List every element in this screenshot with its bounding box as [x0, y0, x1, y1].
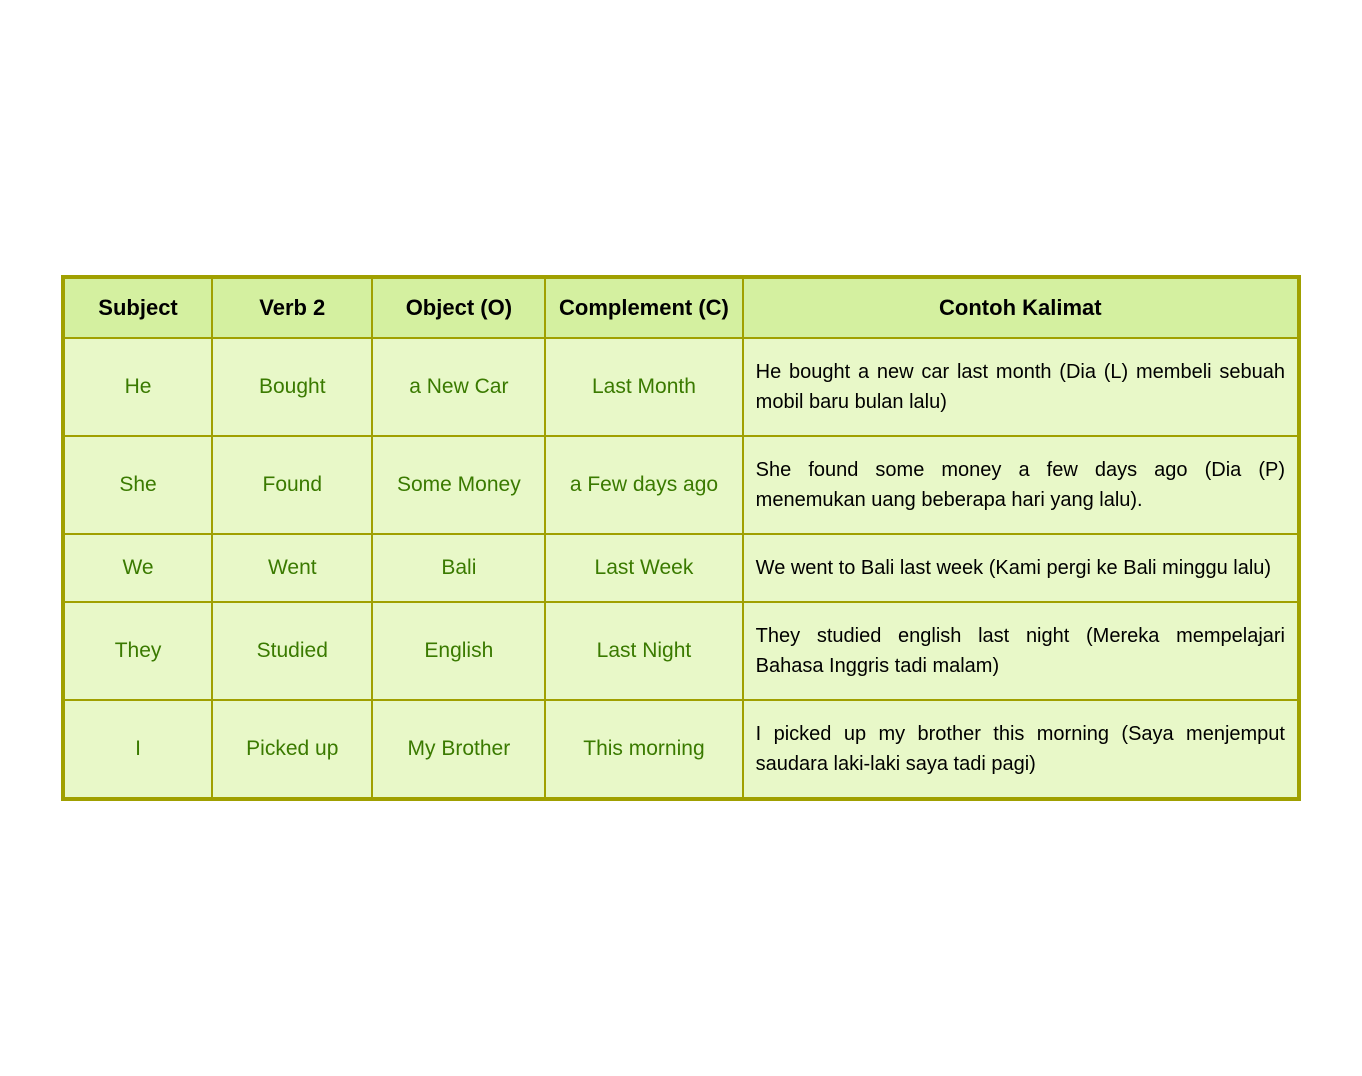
cell-object: Some Money	[372, 436, 545, 534]
header-complement: Complement (C)	[545, 278, 742, 338]
cell-verb2: Picked up	[212, 700, 372, 798]
table-row: WeWentBaliLast WeekWe went to Bali last …	[64, 534, 1298, 602]
header-verb2: Verb 2	[212, 278, 372, 338]
cell-verb2: Went	[212, 534, 372, 602]
cell-subject: She	[64, 436, 212, 534]
cell-object: a New Car	[372, 338, 545, 436]
table-row: SheFoundSome Moneya Few days agoShe foun…	[64, 436, 1298, 534]
cell-contoh: She found some money a few days ago (Dia…	[743, 436, 1298, 534]
cell-contoh: I picked up my brother this morning (Say…	[743, 700, 1298, 798]
cell-object: Bali	[372, 534, 545, 602]
cell-complement: Last Week	[545, 534, 742, 602]
cell-subject: He	[64, 338, 212, 436]
header-subject: Subject	[64, 278, 212, 338]
table-row: HeBoughta New CarLast MonthHe bought a n…	[64, 338, 1298, 436]
header-object: Object (O)	[372, 278, 545, 338]
header-row: Subject Verb 2 Object (O) Complement (C)…	[64, 278, 1298, 338]
cell-verb2: Studied	[212, 602, 372, 700]
cell-complement: This morning	[545, 700, 742, 798]
cell-subject: We	[64, 534, 212, 602]
cell-subject: They	[64, 602, 212, 700]
cell-object: My Brother	[372, 700, 545, 798]
cell-verb2: Found	[212, 436, 372, 534]
cell-contoh: He bought a new car last month (Dia (L) …	[743, 338, 1298, 436]
cell-complement: Last Night	[545, 602, 742, 700]
cell-complement: a Few days ago	[545, 436, 742, 534]
cell-object: English	[372, 602, 545, 700]
grammar-table: Subject Verb 2 Object (O) Complement (C)…	[63, 277, 1299, 799]
main-table-wrapper: Subject Verb 2 Object (O) Complement (C)…	[61, 275, 1301, 801]
header-contoh: Contoh Kalimat	[743, 278, 1298, 338]
cell-contoh: They studied english last night (Mereka …	[743, 602, 1298, 700]
table-row: TheyStudiedEnglishLast NightThey studied…	[64, 602, 1298, 700]
cell-subject: I	[64, 700, 212, 798]
cell-complement: Last Month	[545, 338, 742, 436]
cell-verb2: Bought	[212, 338, 372, 436]
cell-contoh: We went to Bali last week (Kami pergi ke…	[743, 534, 1298, 602]
table-row: IPicked upMy BrotherThis morningI picked…	[64, 700, 1298, 798]
